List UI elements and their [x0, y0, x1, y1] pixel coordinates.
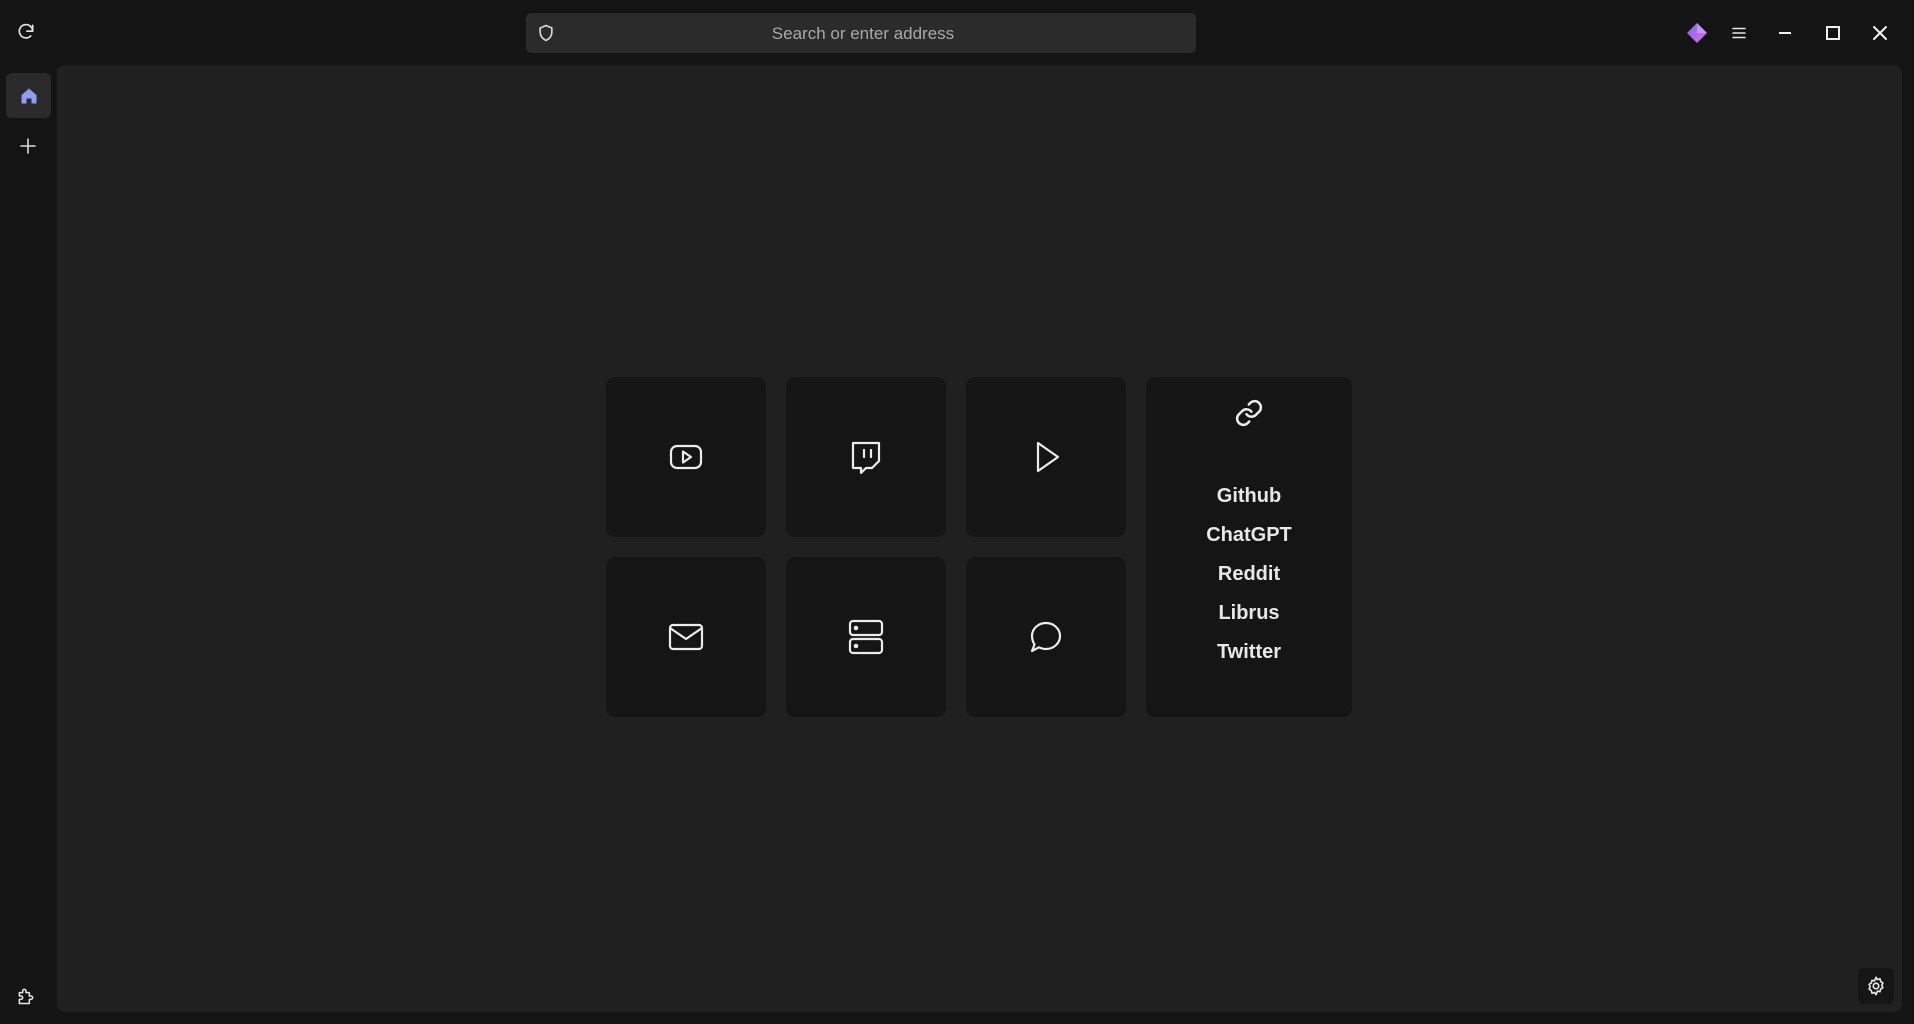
gear-icon [1865, 975, 1887, 997]
maximize-icon [1825, 25, 1841, 41]
twitch-icon [848, 439, 884, 475]
tile-mail[interactable] [606, 557, 766, 717]
plus-icon [19, 137, 37, 155]
tile-play[interactable] [966, 377, 1126, 537]
close-icon [1872, 25, 1888, 41]
link-twitter[interactable]: Twitter [1217, 633, 1281, 672]
address-input[interactable] [566, 13, 1160, 55]
shield-icon[interactable] [534, 21, 558, 45]
reload-icon [16, 22, 36, 42]
home-icon [19, 86, 39, 106]
link-chatgpt[interactable]: ChatGPT [1206, 516, 1292, 555]
tile-twitch[interactable] [786, 377, 946, 537]
extension-button[interactable] [1682, 18, 1712, 48]
settings-button[interactable] [1858, 968, 1894, 1004]
link-icon [1233, 397, 1265, 429]
links-tile: Github ChatGPT Reddit Librus Twitter [1146, 377, 1352, 717]
tile-youtube[interactable] [606, 377, 766, 537]
tile-chat[interactable] [966, 557, 1126, 717]
extension-puzzle-icon [16, 986, 36, 1006]
link-librus[interactable]: Librus [1218, 594, 1279, 633]
hamburger-menu-icon [1730, 24, 1748, 42]
server-icon [847, 618, 885, 656]
address-bar[interactable] [526, 13, 1196, 55]
minimize-icon [1777, 25, 1793, 41]
sidebar [0, 64, 56, 1024]
menu-button[interactable] [1724, 18, 1754, 48]
sidebar-home-button[interactable] [6, 73, 51, 118]
play-icon [1028, 439, 1064, 475]
close-button[interactable] [1865, 18, 1895, 48]
new-tab-page: Github ChatGPT Reddit Librus Twitter [57, 65, 1902, 1012]
mail-icon [667, 618, 705, 656]
youtube-icon [668, 439, 704, 475]
sidebar-extensions-button[interactable] [10, 980, 42, 1012]
chat-bubble-icon [1028, 619, 1064, 655]
maximize-button[interactable] [1818, 18, 1848, 48]
browser-window: Github ChatGPT Reddit Librus Twitter [0, 0, 1914, 1024]
link-reddit[interactable]: Reddit [1218, 555, 1280, 594]
sidebar-add-button[interactable] [10, 128, 46, 164]
diamond-icon [1685, 21, 1709, 45]
link-github[interactable]: Github [1217, 477, 1281, 516]
top-bar [0, 0, 1914, 64]
links-list: Github ChatGPT Reddit Librus Twitter [1146, 477, 1352, 672]
reload-button[interactable] [10, 16, 42, 48]
minimize-button[interactable] [1770, 18, 1800, 48]
tile-server[interactable] [786, 557, 946, 717]
